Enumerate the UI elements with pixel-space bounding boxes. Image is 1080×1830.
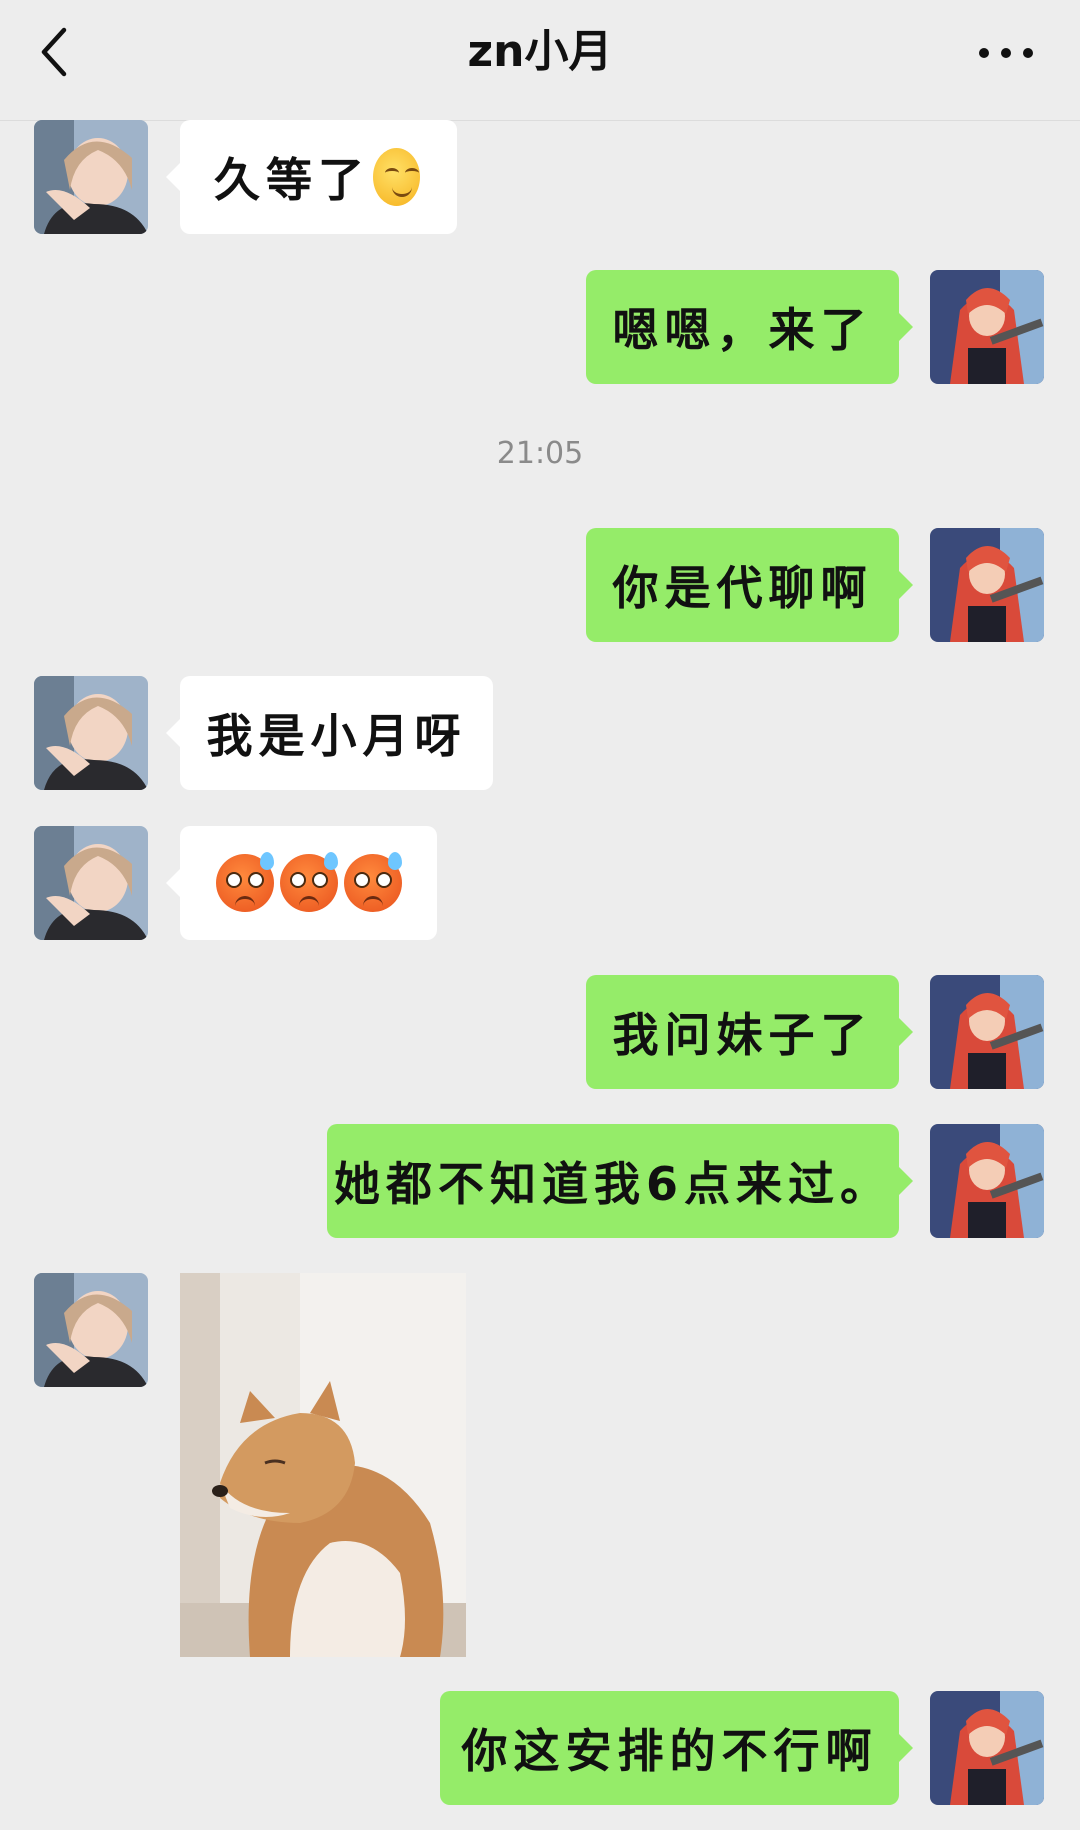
chat-header: zn小月	[0, 0, 1080, 121]
blush-emoji-icon	[373, 148, 420, 206]
message-text: 你是代聊啊	[612, 561, 873, 615]
message-bubble-incoming[interactable]	[166, 826, 437, 940]
message-text: 我是小月呀	[206, 709, 467, 763]
message-bubble-outgoing[interactable]: 你是代聊啊	[586, 528, 913, 642]
user-avatar[interactable]	[930, 528, 1044, 642]
user-avatar[interactable]	[930, 270, 1044, 384]
message-text: 她都不知道我6点来过。	[334, 1157, 893, 1211]
sweat-emoji-icon	[343, 852, 402, 912]
message-text: 你这安排的不行啊	[461, 1724, 878, 1778]
contact-avatar[interactable]	[34, 676, 148, 790]
timestamp: 21:05	[496, 436, 584, 471]
message-bubble-incoming[interactable]: 久等了	[166, 120, 457, 234]
chat-title: zn小月	[467, 26, 613, 77]
message-bubble-incoming[interactable]: 我是小月呀	[166, 676, 493, 790]
user-avatar[interactable]	[930, 1691, 1044, 1805]
contact-avatar[interactable]	[34, 120, 148, 234]
contact-avatar[interactable]	[34, 1273, 148, 1387]
user-avatar[interactable]	[930, 1124, 1044, 1238]
message-bubble-outgoing[interactable]: 我问妹子了	[586, 975, 913, 1089]
message-text: 我问妹子了	[612, 1008, 873, 1062]
message-text: 嗯嗯，来了	[612, 303, 873, 357]
message-text: 久等了	[214, 153, 370, 207]
user-avatar[interactable]	[930, 975, 1044, 1089]
more-dots-icon[interactable]	[976, 38, 1036, 68]
sweat-emoji-icon	[215, 852, 274, 912]
sweat-emoji-icon	[279, 852, 338, 912]
message-bubble-outgoing[interactable]: 她都不知道我6点来过。	[327, 1124, 913, 1238]
message-bubble-outgoing[interactable]: 你这安排的不行啊	[440, 1691, 913, 1805]
contact-avatar[interactable]	[34, 826, 148, 940]
dog-photo[interactable]	[180, 1273, 466, 1657]
message-bubble-outgoing[interactable]: 嗯嗯，来了	[586, 270, 913, 384]
